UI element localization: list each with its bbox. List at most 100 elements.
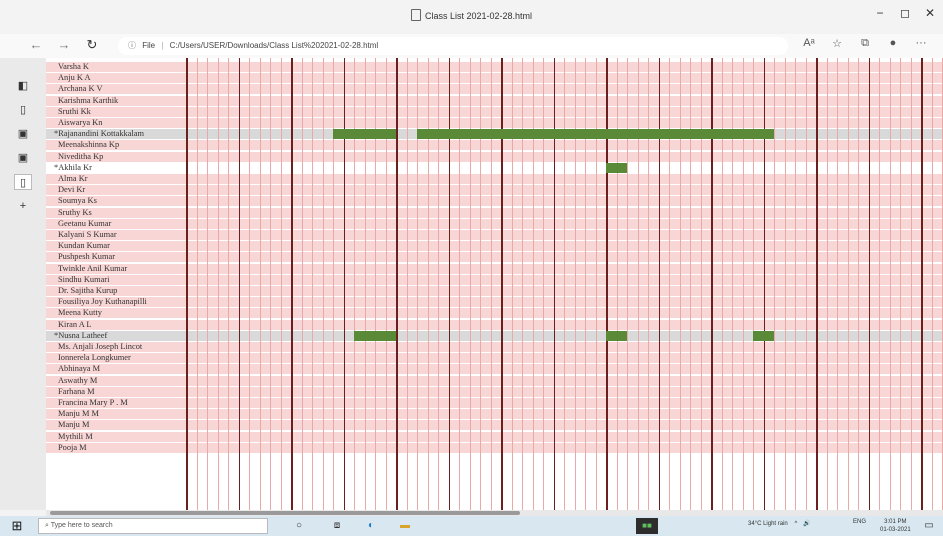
student-name: Soumya Ks [46,196,186,206]
grid-minor-line [690,58,691,510]
grid-minor-line [333,58,334,510]
student-name: Kundan Kumar [46,241,186,251]
favorite-star-icon[interactable]: ☆ [828,37,846,50]
grid-minor-line [616,58,618,510]
clock[interactable]: 3:01 PM 01-03-2021 [880,518,911,534]
new-tab-plus-icon[interactable]: + [14,198,32,214]
grid-major-line [238,58,240,510]
grid-major-line [711,58,713,510]
grid-minor-line [564,58,565,510]
tray-chevron-icon[interactable]: ^ [794,521,797,527]
profile-avatar-icon[interactable]: ● [884,37,902,49]
grid-minor-line [669,58,670,510]
grid-minor-line [459,58,460,510]
grid-major-line [921,58,923,510]
grid-minor-line [742,58,744,510]
address-text: C:/Users/USER/Downloads/Class List%20202… [169,41,379,50]
grid-minor-line [847,58,849,510]
task-view-icon[interactable]: ⧈ [328,518,346,534]
speaker-icon[interactable]: 🔊 [803,521,810,527]
student-name: *Nusna Latheef [46,331,186,341]
student-name: Alma Kr [46,174,186,184]
grid-major-line [868,58,870,510]
grid-minor-line [679,58,681,510]
student-name-text: Manju M M [58,409,99,419]
grid-minor-line [217,58,219,510]
grid-minor-line [301,58,303,510]
grid-minor-line [753,58,754,510]
close-button[interactable]: ✕ [918,6,942,20]
tab-page-icon-2[interactable]: ▣ [14,126,32,142]
grid-minor-line [574,58,576,510]
student-name: Francina Mary P . M [46,398,186,408]
minimize-button[interactable]: − [868,6,892,20]
student-name: Anju K A [46,73,186,83]
grid-minor-line [637,58,639,510]
student-name-text: Sruthi Kk [58,106,91,116]
student-name: Karishma Karthik [46,96,186,106]
more-menu-button[interactable]: ··· [912,37,930,49]
student-name: Aiswarya Kn [46,118,186,128]
student-name-text: Aiswarya Kn [58,118,103,127]
grid-minor-line [627,58,628,510]
language-indicator[interactable]: ENG [853,518,866,526]
tab-page-icon-active[interactable]: ▯ [14,174,32,190]
pinned-app-icon[interactable]: ■■ [636,518,658,534]
student-name-text: Karishma Karthik [58,95,119,105]
grid-minor-line [900,58,901,510]
address-bar[interactable]: ⓘ File | C:/Users/USER/Downloads/Class L… [118,37,788,55]
student-name-text: Meenakshinna Kp [58,140,120,150]
student-name: Dr. Sajitha Kurup [46,286,186,296]
student-name-text: Soumya Ks [58,196,97,206]
grid-major-line [343,58,345,510]
student-name: Archana K V [46,84,186,94]
student-name-text: Farhana M [58,386,95,396]
student-name-text: Abhinaya M [58,364,101,374]
student-name-text: Kundan Kumar [58,241,110,251]
student-name: Niveditha Kp [46,152,186,162]
student-name-text: Archana K V [58,84,103,94]
file-explorer-icon[interactable]: ▬ [396,518,414,534]
weather-widget[interactable]: 34°C Light rain ^ 🔊 [748,520,810,527]
student-name-text: Pooja M [58,442,87,452]
tab-page-icon-3[interactable]: ▣ [14,150,32,166]
attendance-present-mark [606,162,627,173]
forward-button[interactable]: → [54,37,74,52]
cortana-icon[interactable]: ○ [290,518,308,534]
student-name: Mythili M [46,432,186,442]
tab-actions-icon[interactable]: ◧ [14,78,32,94]
grid-minor-line [721,58,723,510]
grid-minor-line [385,58,387,510]
student-name-text: Mythili M [58,431,93,441]
grid-minor-line [511,58,513,510]
collections-icon[interactable]: ⧉ [856,37,874,50]
student-name: Geetanu Kumar [46,219,186,229]
windows-start-icon[interactable]: ⊞ [6,518,28,534]
back-button[interactable]: ← [26,37,46,52]
student-name: *Rajanandini Kottakkalam [46,129,186,139]
scrollbar-thumb[interactable] [50,511,520,515]
grid-minor-line [585,58,586,510]
grid-minor-line [879,58,880,510]
student-name: Pooja M [46,443,186,453]
tab-page-icon-1[interactable]: ▯ [14,102,32,118]
grid-minor-line [196,58,198,510]
grid-major-line [816,58,818,510]
notifications-icon[interactable]: ▭ [920,518,938,534]
grid-minor-line [648,58,649,510]
maximize-button[interactable]: ◻ [893,6,917,20]
title-bar: Class List 2021-02-28.html − ◻ ✕ [0,0,943,34]
refresh-button[interactable]: ↻ [82,37,102,53]
grid-major-line [186,58,188,510]
read-aloud-icon[interactable]: Aᵃ [800,37,818,49]
attendance-present-mark [333,129,396,140]
attendance-grid: Varsha K Anju K A Archana K V Karishma Kart… [46,58,943,510]
taskbar-search-input[interactable]: ⌕ Type here to search [38,518,268,534]
student-name: Fousiliya Joy Kuthanapilli [46,297,186,307]
window-title: Class List 2021-02-28.html [0,9,943,21]
student-name: Sindhu Kumari [46,275,186,285]
grid-minor-line [931,58,933,510]
student-name: Devi Kr [46,185,186,195]
student-name-text: Manju M [58,420,90,430]
edge-browser-icon[interactable]: ◐ [362,518,380,534]
